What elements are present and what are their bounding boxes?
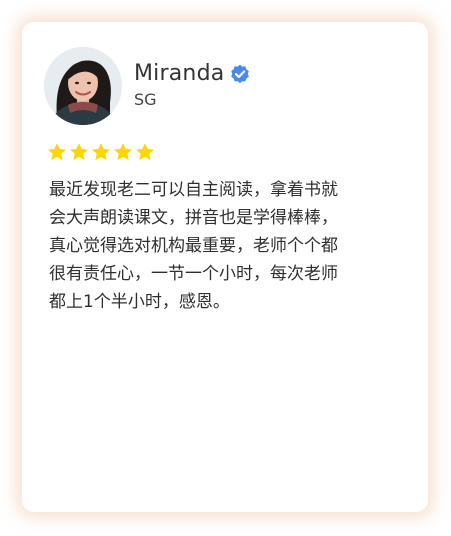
reviewer-name: Miranda <box>134 60 225 86</box>
star-rating <box>47 142 155 162</box>
reviewer-location: SG <box>134 89 157 109</box>
avatar <box>44 47 122 125</box>
reviewer-identity: Miranda SG <box>134 60 250 111</box>
star-icon <box>92 143 110 160</box>
verified-badge-icon <box>230 64 250 84</box>
page: Miranda SG 最近发现老二可以自主阅读，拿着书就 会大声朗读课文，拼音也… <box>0 0 451 536</box>
name-row: Miranda <box>134 60 250 88</box>
star-icon <box>136 143 154 160</box>
avatar-photo-icon <box>44 47 122 125</box>
star-icon <box>48 143 66 160</box>
star-icon <box>114 143 132 160</box>
review-card: Miranda SG 最近发现老二可以自主阅读，拿着书就 会大声朗读课文，拼音也… <box>22 22 428 512</box>
reviewer-header: Miranda SG <box>44 47 250 125</box>
star-icon <box>70 143 88 160</box>
review-text: 最近发现老二可以自主阅读，拿着书就 会大声朗读课文，拼音也是学得棒棒， 真心觉得… <box>49 180 338 312</box>
